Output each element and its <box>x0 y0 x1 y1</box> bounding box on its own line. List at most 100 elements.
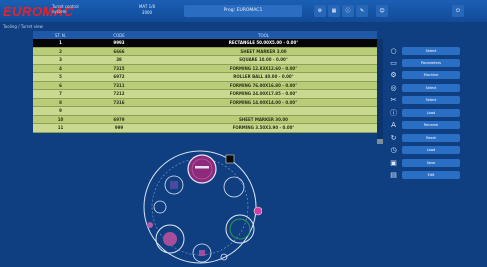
cell-station: 11 <box>57 125 64 131</box>
cell-station: 9 <box>59 108 62 114</box>
cell-tool: FORMING 24.00X17.85 - 0.00° <box>229 91 298 97</box>
table-row[interactable]: 3 38 SQUARE 10.00 - 0.00° <box>33 56 377 65</box>
table-row[interactable]: 10 6979 SHEET MARKER 30.00 <box>33 115 377 124</box>
cell-tool: ROLLER BALL 40.00 - 0.00° <box>233 74 294 80</box>
table-row[interactable]: 5 6972 ROLLER BALL 40.00 - 0.00° <box>33 73 377 82</box>
table-row[interactable]: 6 7311 FORMING 76.00X16.80 - 0.00° <box>33 81 377 90</box>
table-row[interactable]: 2 6666 SHEET MARKER 3.00 <box>33 47 377 56</box>
cell-station: 4 <box>59 65 62 71</box>
side-button-6[interactable]: ⓘ Load <box>389 108 461 118</box>
cell-code: 999 <box>114 125 124 131</box>
cell-tool: FORMING 76.00X16.80 - 0.00° <box>229 82 298 88</box>
table-scrollbar[interactable] <box>377 39 383 143</box>
logo-subtitle: Turret control system <box>52 4 79 14</box>
station-1-tool <box>195 166 209 169</box>
table-row[interactable]: 7 7212 FORMING 24.00X17.85 - 0.00° <box>33 90 377 99</box>
station-4 <box>223 176 245 198</box>
cell-code: 7315 <box>113 65 125 71</box>
user-icon[interactable]: ☺ <box>376 5 388 17</box>
target-icon: ◎ <box>390 83 397 92</box>
doc-icon: ▤ <box>390 170 397 179</box>
cell-code: 7212 <box>113 91 125 97</box>
header-code: CODE <box>113 32 125 38</box>
gear-icon[interactable]: ⚙ <box>314 5 326 17</box>
side-button-label: Select <box>402 47 460 55</box>
a-icon: A <box>391 120 396 129</box>
side-button-7[interactable]: A Rename <box>389 120 461 130</box>
cell-station: 7 <box>59 91 62 97</box>
side-button-label: Load <box>402 109 460 117</box>
info-line-2: 3000 <box>141 10 153 15</box>
station-3-tool <box>170 181 178 189</box>
side-button-label: Parameters <box>402 59 460 67</box>
power-icon[interactable]: ⏻ <box>452 5 464 17</box>
side-button-8[interactable]: ↻ Reset <box>389 133 461 143</box>
table-row[interactable]: 9 <box>33 107 377 116</box>
side-button-2[interactable]: ▭ Parameters <box>389 58 461 68</box>
info-icon: ⓘ <box>390 108 397 117</box>
side-button-1[interactable]: ○ Select <box>389 46 461 56</box>
cell-tool: FORMING 12.83X12.60 - 0.00° <box>229 65 298 71</box>
tool-table: ST. N. CODE TOOL 1 9993 RECTANGLE 50.00X5.… <box>33 31 377 133</box>
side-button-label: Select <box>402 96 460 104</box>
side-button-4[interactable]: ◎ Select <box>389 83 461 93</box>
scrollbar-thumb[interactable] <box>377 139 383 144</box>
save-icon: ▣ <box>390 158 397 167</box>
side-button-5[interactable]: ✂ Select <box>389 95 461 105</box>
table-row[interactable]: 4 7315 FORMING 12.83X12.60 - 0.00° <box>33 64 377 73</box>
circle-icon: ○ <box>390 46 397 55</box>
side-button-label: Edit <box>402 171 460 179</box>
side-button-label: Load <box>402 146 460 154</box>
cell-tool: SHEET MARKER 3.00 <box>240 48 287 54</box>
cell-tool: FORMING 14.00X14.00 - 0.00° <box>229 99 298 105</box>
cell-station: 2 <box>59 48 62 54</box>
cell-code: 7311 <box>113 82 125 88</box>
station-2 <box>225 154 235 164</box>
grid-icon[interactable]: ▦ <box>328 5 340 17</box>
program-name[interactable]: Prog: EUROMAC1 <box>184 5 302 17</box>
rect-icon: ▭ <box>390 58 397 67</box>
table-row[interactable]: 1 9993 RECTANGLE 50.00X5.00 - 0.00° <box>33 39 377 48</box>
cell-tool: RECTANGLE 50.00X5.00 - 0.00° <box>228 40 299 46</box>
side-button-3[interactable]: ⚙ Machine <box>389 70 461 80</box>
table-header: ST. N. CODE TOOL <box>33 31 377 39</box>
side-button-label: Select <box>402 84 460 92</box>
top-bar: EUROMAC Turret control system MAT 1/8 30… <box>0 0 487 22</box>
gear-icon: ⚙ <box>390 70 397 79</box>
cut-icon: ✂ <box>390 95 397 104</box>
side-button-label: Save <box>402 159 460 167</box>
cell-station: 5 <box>59 74 62 80</box>
cell-station: 10 <box>57 116 64 122</box>
header-station: ST. N. <box>54 32 67 38</box>
cell-code: 38 <box>116 57 122 63</box>
breadcrumb: Tooling / Turret view <box>3 24 43 29</box>
station-5 <box>153 200 167 214</box>
station-10 <box>147 222 153 228</box>
side-button-label: Rename <box>402 121 460 129</box>
table-row[interactable]: 11 999 FORMING 3.50X3.90 - 0.00° <box>33 124 377 133</box>
cell-station: 1 <box>59 40 62 46</box>
cell-station: 3 <box>59 57 62 63</box>
header-tool: TOOL <box>258 32 269 38</box>
cell-tool: SHEET MARKER 30.00 <box>239 116 288 122</box>
side-button-label: Reset <box>402 134 460 142</box>
station-9-tool <box>199 250 205 256</box>
refresh-icon: ↻ <box>390 133 397 142</box>
cell-code: 7316 <box>113 99 125 105</box>
cell-code: 9993 <box>113 40 125 46</box>
table-row[interactable]: 8 7316 FORMING 14.00X14.00 - 0.00° <box>33 98 377 107</box>
turret-diagram <box>143 150 262 264</box>
cell-code: 6972 <box>113 74 125 80</box>
side-button-9[interactable]: ◷ Load <box>389 145 461 155</box>
cell-code: 6979 <box>113 116 125 122</box>
clock-icon: ◷ <box>390 145 397 154</box>
station-7 <box>253 206 262 216</box>
tool-icon[interactable]: ✎ <box>356 5 368 17</box>
cell-station: 6 <box>59 82 62 88</box>
side-button-10[interactable]: ▣ Save <box>389 158 461 168</box>
cell-tool: FORMING 3.50X3.90 - 0.00° <box>232 125 295 131</box>
station-8-tool <box>163 232 177 246</box>
cell-tool: SQUARE 10.00 - 0.00° <box>239 57 288 63</box>
info-icon[interactable]: ⓘ <box>342 5 354 17</box>
side-button-11[interactable]: ▤ Edit <box>389 170 461 180</box>
